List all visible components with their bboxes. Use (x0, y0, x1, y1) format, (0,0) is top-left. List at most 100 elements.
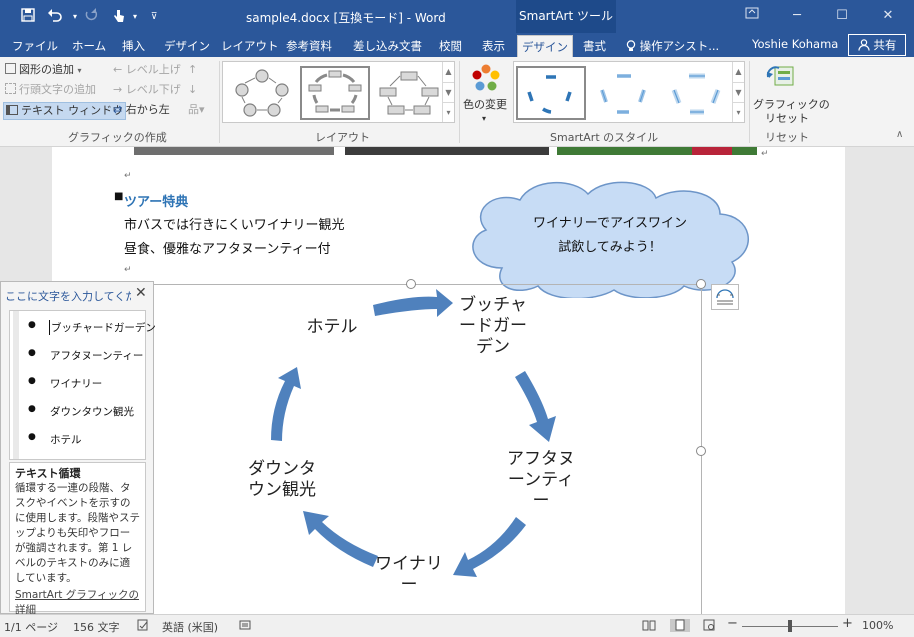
smartart-styles-group-label: SmartArt のスタイル (550, 131, 659, 144)
text-pane-list: ● ブッチャードガーデン ● アフタヌーンティー ● ワイナリー ● ダウンタウ… (9, 310, 156, 460)
move-down-button[interactable]: ↓ (188, 82, 197, 98)
add-bullet-button[interactable]: 行頭文字の追加 (5, 82, 96, 98)
smartart-styles-gallery: ▲ ▼ ▾ (513, 61, 745, 123)
text-pane-button[interactable]: テキスト ウィンドウ (3, 102, 127, 120)
layout-options-button[interactable] (711, 284, 739, 310)
layout-org-button[interactable]: 品▾ (188, 102, 205, 118)
tab-smartart-design[interactable]: デザイン (517, 35, 573, 57)
zoom-slider-thumb[interactable] (788, 620, 792, 632)
zoom-level[interactable]: 100% (862, 619, 893, 632)
ribbon-display-options-icon[interactable] (740, 6, 764, 26)
page-count[interactable]: 1/1 ページ (4, 619, 58, 635)
text-pane-title: ここに文字を入力してくだ... (5, 290, 131, 303)
word-window: ▾ ▾ ⊽ sample4.docx [互換モード] - Word SmartA… (0, 0, 914, 637)
web-layout-icon[interactable] (702, 619, 716, 632)
pane-scrollbar[interactable] (13, 311, 19, 459)
gallery-up-icon[interactable]: ▲ (443, 62, 454, 82)
read-mode-icon[interactable] (642, 619, 656, 632)
cloud-callout[interactable]: ワイナリーでアイスワイン 試飲してみよう！ (462, 178, 758, 298)
list-item[interactable]: ホテル (50, 432, 82, 447)
layout-option-basic-cycle[interactable] (227, 66, 297, 120)
zoom-out-icon[interactable]: − (727, 616, 738, 631)
gallery-up-icon[interactable]: ▲ (733, 62, 744, 82)
tab-design[interactable]: デザイン (160, 35, 214, 57)
list-item[interactable]: ダウンタウン観光 (50, 404, 134, 419)
layout-description: テキスト循環 循環する一連の段階、タスクやイベントを示すのに使用します。段階やス… (9, 462, 146, 616)
zoom-in-icon[interactable]: + (842, 616, 853, 631)
tab-home[interactable]: ホーム (68, 35, 110, 57)
change-colors-button[interactable]: 色の変更 ▾ (463, 61, 509, 125)
list-item[interactable]: ワイナリー (50, 376, 102, 391)
promote-button[interactable]: ← レベル上げ (113, 62, 181, 78)
add-shape-button[interactable]: 図形の追加 ▾ (5, 62, 82, 79)
bullet-dot-icon: ● (28, 320, 36, 330)
redo-icon[interactable] (82, 8, 100, 26)
gallery-down-icon[interactable]: ▼ (733, 82, 744, 102)
group-separator (459, 61, 460, 143)
reset-graphic-button[interactable]: グラフィックの リセット (751, 61, 830, 125)
tab-references[interactable]: 参考資料 (282, 35, 336, 57)
gallery-down-icon[interactable]: ▼ (443, 82, 454, 102)
move-up-button[interactable]: ↑ (188, 62, 197, 78)
smartart-node[interactable]: ブッチャ ードガー デン (447, 295, 539, 358)
person-icon (858, 39, 870, 51)
smartart-node[interactable]: アフタヌ ーンティ ー (491, 449, 591, 512)
collapse-ribbon-icon[interactable]: ∧ (896, 127, 903, 143)
tab-format[interactable]: 書式 (579, 35, 610, 57)
body-line[interactable]: 市バスでは行きにくいワイナリー観光 (124, 214, 344, 233)
proofing-icon[interactable] (136, 619, 150, 632)
tab-view[interactable]: 表示 (478, 35, 509, 57)
language-indicator[interactable]: 英語 (米国) (162, 619, 218, 635)
paragraph-mark: ↵ (761, 149, 769, 159)
cycle-arrow-3 (453, 517, 526, 577)
print-layout-icon[interactable] (670, 619, 690, 632)
resize-handle[interactable] (696, 446, 706, 456)
save-icon[interactable] (19, 8, 37, 26)
tab-mailings[interactable]: 差し込み文書 (349, 35, 426, 57)
customize-qat-icon[interactable]: ⊽ (145, 8, 163, 26)
close-icon[interactable]: ✕ (135, 285, 147, 301)
group-separator (749, 61, 750, 143)
share-button[interactable]: 共有 (848, 34, 906, 56)
tab-insert[interactable]: 挿入 (118, 35, 149, 57)
smartart-node[interactable]: ワイナリ ー (363, 554, 455, 596)
gallery-more-icon[interactable]: ▾ (733, 102, 744, 122)
close-window-icon[interactable]: ✕ (876, 6, 900, 26)
maximize-icon[interactable]: ☐ (830, 6, 854, 26)
style-option-moderate[interactable] (662, 66, 732, 120)
style-option-subtle[interactable] (589, 66, 659, 120)
style-option-simple[interactable] (516, 66, 586, 120)
undo-icon[interactable] (46, 8, 64, 26)
bullet-heading[interactable]: ツアー特典 (124, 191, 188, 210)
body-line[interactable]: 昼食、優雅なアフタヌーンティー付 (124, 238, 331, 257)
resize-handle[interactable] (696, 279, 706, 289)
tab-review[interactable]: 校閲 (435, 35, 466, 57)
layout-option-block-cycle[interactable] (374, 66, 444, 120)
cycle-arrow-2 (515, 371, 556, 442)
list-item[interactable]: ブッチャードガーデン (49, 320, 156, 335)
layout-gallery-scroll[interactable]: ▲ ▼ ▾ (442, 62, 454, 122)
demote-button[interactable]: → レベル下げ (113, 82, 181, 98)
minimize-icon[interactable]: ─ (785, 6, 809, 26)
bullet-dot-icon: ● (28, 376, 36, 386)
word-count[interactable]: 156 文字 (73, 619, 120, 635)
bullet-dot-icon: ● (28, 404, 36, 414)
right-to-left-button[interactable]: ⇄ 右から左 (113, 102, 170, 118)
layout-option-text-cycle[interactable] (300, 66, 370, 120)
styles-gallery-scroll[interactable]: ▲ ▼ ▾ (732, 62, 744, 122)
tell-me-search[interactable]: 操作アシスト... (622, 35, 723, 57)
tab-file[interactable]: ファイル (8, 35, 62, 57)
gallery-more-icon[interactable]: ▾ (443, 102, 454, 122)
smartart-node[interactable]: ダウンタ ウン観光 (237, 459, 327, 501)
layout-thumb-icon (235, 69, 289, 117)
smartart-node[interactable]: ホテル (287, 317, 377, 338)
user-name[interactable]: Yoshie Kohama (752, 37, 838, 51)
macro-recording-icon[interactable] (238, 619, 252, 632)
smartart-frame[interactable]: ホテル ブッチャ ードガー デン アフタヌ ーンティ ー ワイナリ ー ダウンタ… (150, 279, 706, 624)
resize-handle[interactable] (406, 279, 416, 289)
touch-dropdown-icon[interactable]: ▾ (126, 8, 144, 26)
tab-layout[interactable]: レイアウト (217, 35, 283, 57)
list-item[interactable]: アフタヌーンティー (50, 348, 143, 363)
layout-gallery: ▲ ▼ ▾ (222, 61, 455, 123)
smartart-text-pane: ここに文字を入力してくだ... ✕ ● ブッチャードガーデン ● アフタヌーンテ… (0, 281, 156, 616)
